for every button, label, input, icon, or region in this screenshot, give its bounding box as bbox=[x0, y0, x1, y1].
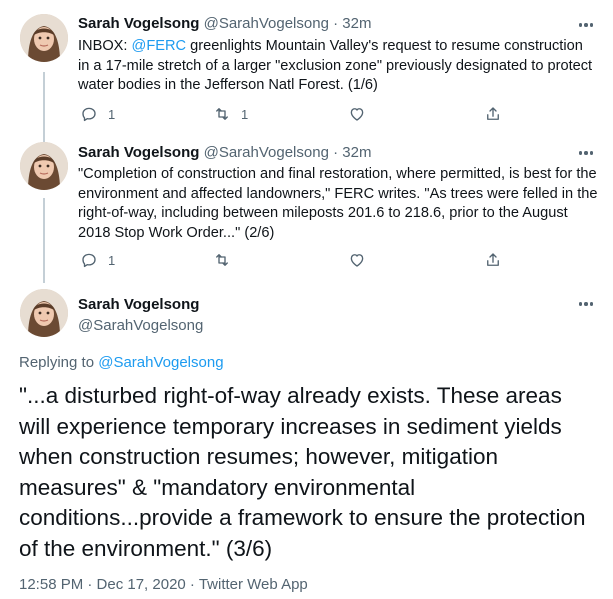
share-button[interactable] bbox=[484, 250, 502, 270]
tweet-text-prefix: INBOX: bbox=[78, 38, 132, 54]
tweet-header: Sarah Vogelsong @SarahVogelsong · 32m bbox=[78, 14, 371, 34]
retweet-button[interactable]: 1 bbox=[213, 104, 248, 124]
like-icon bbox=[350, 108, 364, 121]
separator: · bbox=[333, 15, 339, 32]
replying-to-link[interactable]: @SarahVogelsong bbox=[98, 354, 223, 371]
mention-link[interactable]: @FERC bbox=[132, 38, 187, 54]
tweet-header: Sarah Vogelsong @SarahVogelsong bbox=[78, 294, 203, 336]
share-icon bbox=[487, 253, 499, 266]
share-button[interactable] bbox=[484, 104, 502, 124]
share-icon bbox=[487, 107, 499, 120]
more-icon[interactable] bbox=[576, 143, 596, 163]
retweet-icon bbox=[216, 254, 228, 266]
reply-count: 1 bbox=[108, 252, 116, 268]
separator: · bbox=[333, 144, 339, 161]
author-handle[interactable]: @SarahVogelsong bbox=[204, 15, 329, 32]
tweet-actions: 1 bbox=[78, 250, 518, 270]
tweet-actions: 1 1 bbox=[78, 104, 518, 124]
tweet-2[interactable]: Sarah Vogelsong @SarahVogelsong · 32m "C… bbox=[0, 142, 613, 284]
reply-count: 1 bbox=[108, 106, 116, 122]
tweet-1[interactable]: Sarah Vogelsong @SarahVogelsong · 32m IN… bbox=[0, 0, 613, 142]
avatar[interactable] bbox=[20, 142, 68, 190]
author-name[interactable]: Sarah Vogelsong bbox=[78, 294, 203, 315]
author-handle[interactable]: @SarahVogelsong bbox=[78, 315, 203, 336]
author-name[interactable]: Sarah Vogelsong bbox=[78, 15, 199, 32]
author-handle[interactable]: @SarahVogelsong bbox=[204, 144, 329, 161]
reply-icon bbox=[82, 253, 96, 268]
more-icon[interactable] bbox=[576, 15, 596, 35]
replying-to-label: Replying to bbox=[19, 354, 99, 371]
tweet-text: "Completion of construction and final re… bbox=[78, 166, 598, 241]
like-button[interactable] bbox=[348, 250, 376, 270]
replying-to: Replying to @SarahVogelsong bbox=[19, 354, 224, 371]
tweet-text: INBOX: @FERC greenlights Mountain Valley… bbox=[78, 37, 598, 96]
reply-button[interactable]: 1 bbox=[80, 104, 115, 124]
retweet-icon bbox=[216, 108, 228, 120]
like-button[interactable] bbox=[348, 104, 376, 124]
tweet-time[interactable]: 32m bbox=[342, 144, 371, 161]
like-icon bbox=[350, 254, 364, 267]
avatar[interactable] bbox=[20, 289, 68, 337]
reply-icon bbox=[82, 107, 96, 122]
retweet-button[interactable] bbox=[213, 250, 241, 270]
tweet-time[interactable]: 32m bbox=[342, 15, 371, 32]
retweet-count: 1 bbox=[241, 106, 249, 122]
reply-button[interactable]: 1 bbox=[80, 250, 115, 270]
tweet-header: Sarah Vogelsong @SarahVogelsong · 32m bbox=[78, 143, 371, 163]
avatar[interactable] bbox=[20, 14, 68, 62]
author-name[interactable]: Sarah Vogelsong bbox=[78, 144, 199, 161]
more-icon[interactable] bbox=[576, 294, 596, 314]
tweet-timestamp[interactable]: 12:58 PM · Dec 17, 2020 · Twitter Web Ap… bbox=[19, 576, 308, 593]
main-tweet-text: "...a disturbed right-of-way already exi… bbox=[19, 383, 586, 561]
